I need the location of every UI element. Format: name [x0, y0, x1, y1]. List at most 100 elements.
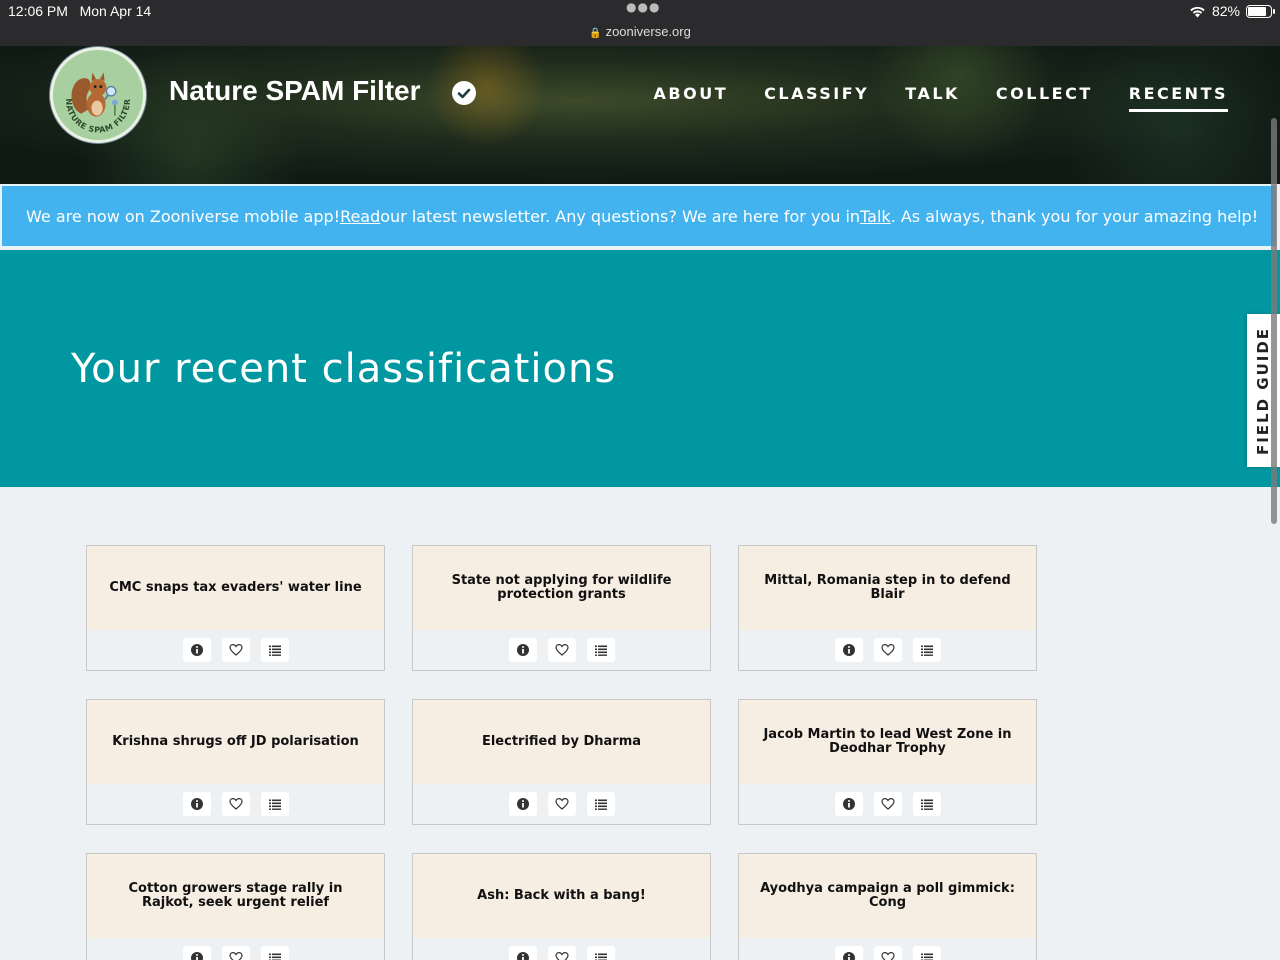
banner-text-3: . As always, thank you for your amazing …: [890, 206, 1259, 226]
subject-info-button[interactable]: [834, 638, 863, 662]
nav-collect[interactable]: COLLECT: [996, 84, 1093, 112]
heart-icon: [880, 797, 895, 810]
recent-classification-card[interactable]: State not applying for wildlife protecti…: [412, 545, 711, 671]
recent-classification-card[interactable]: Ash: Back with a bang!: [412, 853, 711, 960]
announcement-banner: We are now on Zooniverse mobile app! Rea…: [0, 184, 1278, 248]
page-title: Your recent classifications: [71, 346, 617, 392]
field-guide-label: FIELD GUIDE: [1254, 326, 1273, 455]
recent-classification-card[interactable]: Jacob Martin to lead West Zone in Deodha…: [738, 699, 1037, 825]
recent-classification-card[interactable]: Mittal, Romania step in to defend Blair: [738, 545, 1037, 671]
squirrel-logo-icon: NATURE SPAM FILTER: [54, 51, 142, 139]
card-subject-preview[interactable]: State not applying for wildlife protecti…: [413, 546, 710, 630]
info-icon: [190, 644, 203, 656]
heart-icon: [554, 643, 569, 656]
favorite-button[interactable]: [873, 792, 902, 816]
collect-button[interactable]: [586, 792, 615, 816]
card-subject-preview[interactable]: CMC snaps tax evaders' water line: [87, 546, 384, 630]
recent-classification-card[interactable]: Electrified by Dharma: [412, 699, 711, 825]
card-actions: [87, 784, 384, 824]
recent-classification-card[interactable]: Krishna shrugs off JD polarisation: [86, 699, 385, 825]
verified-check-icon: [452, 81, 476, 105]
subject-info-button[interactable]: [508, 638, 537, 662]
card-title: Jacob Martin to lead West Zone in Deodha…: [763, 727, 1012, 756]
url-text: zooniverse.org: [605, 24, 691, 39]
card-actions: [87, 630, 384, 670]
info-icon: [516, 798, 529, 810]
more-dots-icon[interactable]: ●●●: [626, 0, 660, 14]
card-subject-preview[interactable]: Jacob Martin to lead West Zone in Deodha…: [739, 700, 1036, 784]
card-subject-preview[interactable]: Mittal, Romania step in to defend Blair: [739, 546, 1036, 630]
favorite-button[interactable]: [873, 946, 902, 960]
info-icon: [190, 952, 203, 960]
card-title: Ayodhya campaign a poll gimmick: Cong: [760, 881, 1015, 910]
favorite-button[interactable]: [547, 638, 576, 662]
recent-classification-card[interactable]: CMC snaps tax evaders' water line: [86, 545, 385, 671]
card-subject-preview[interactable]: Cotton growers stage rally in Rajkot, se…: [87, 854, 384, 938]
nav-classify[interactable]: CLASSIFY: [764, 84, 869, 112]
favorite-button[interactable]: [547, 946, 576, 960]
collect-button[interactable]: [912, 638, 941, 662]
recent-classification-card[interactable]: Ayodhya campaign a poll gimmick: Cong: [738, 853, 1037, 960]
heart-icon: [228, 643, 243, 656]
subject-info-button[interactable]: [182, 638, 211, 662]
heart-icon: [228, 797, 243, 810]
card-actions: [413, 630, 710, 670]
collect-button[interactable]: [260, 946, 289, 960]
page-hero: Your recent classifications: [0, 250, 1280, 487]
favorite-button[interactable]: [221, 792, 250, 816]
heart-icon: [228, 951, 243, 960]
project-nav: ABOUT CLASSIFY TALK COLLECT RECENTS: [618, 84, 1228, 112]
collect-button[interactable]: [260, 638, 289, 662]
card-title: Ash: Back with a bang!: [477, 888, 646, 903]
list-icon: [268, 799, 281, 810]
card-subject-preview[interactable]: Krishna shrugs off JD polarisation: [87, 700, 384, 784]
favorite-button[interactable]: [221, 638, 250, 662]
banner-talk-link[interactable]: Talk: [860, 207, 891, 226]
wifi-icon: [1190, 6, 1205, 17]
favorite-button[interactable]: [547, 792, 576, 816]
recent-classification-card[interactable]: Cotton growers stage rally in Rajkot, se…: [86, 853, 385, 960]
collect-button[interactable]: [260, 792, 289, 816]
project-logo[interactable]: NATURE SPAM FILTER: [50, 47, 146, 143]
favorite-button[interactable]: [873, 638, 902, 662]
collect-button[interactable]: [586, 638, 615, 662]
collect-button[interactable]: [912, 792, 941, 816]
info-icon: [842, 952, 855, 960]
card-title: State not applying for wildlife protecti…: [451, 573, 672, 602]
list-icon: [920, 799, 933, 810]
nav-about[interactable]: ABOUT: [654, 84, 729, 112]
card-title: CMC snaps tax evaders' water line: [109, 580, 362, 595]
favorite-button[interactable]: [221, 946, 250, 960]
card-subject-preview[interactable]: Electrified by Dharma: [413, 700, 710, 784]
subject-info-button[interactable]: [508, 946, 537, 960]
card-actions: [87, 938, 384, 960]
heart-icon: [554, 797, 569, 810]
project-title[interactable]: Nature SPAM Filter: [169, 75, 421, 107]
card-title: Mittal, Romania step in to defend Blair: [764, 573, 1011, 602]
card-title: Electrified by Dharma: [481, 734, 642, 749]
subject-info-button[interactable]: [508, 792, 537, 816]
banner-read-link[interactable]: Read: [340, 207, 380, 226]
card-subject-preview[interactable]: Ayodhya campaign a poll gimmick: Cong: [739, 854, 1036, 938]
status-date: Mon Apr 14: [79, 3, 152, 19]
card-title: Krishna shrugs off JD polarisation: [112, 734, 359, 749]
nav-recents[interactable]: RECENTS: [1128, 84, 1228, 112]
list-icon: [594, 799, 607, 810]
subject-info-button[interactable]: [182, 792, 211, 816]
card-actions: [739, 784, 1036, 824]
card-subject-preview[interactable]: Ash: Back with a bang!: [413, 854, 710, 938]
info-icon: [842, 644, 855, 656]
subject-info-button[interactable]: [834, 792, 863, 816]
status-right: 82%: [1189, 3, 1275, 19]
subject-info-button[interactable]: [834, 946, 863, 960]
project-header: NATURE SPAM FILTER Nature SPAM Filter AB…: [0, 46, 1280, 184]
card-actions: [413, 784, 710, 824]
collect-button[interactable]: [586, 946, 615, 960]
nav-talk[interactable]: TALK: [905, 84, 960, 112]
collect-button[interactable]: [912, 946, 941, 960]
card-actions: [739, 630, 1036, 670]
banner-text-2: our latest newsletter. Any questions? We…: [380, 206, 861, 226]
subject-info-button[interactable]: [182, 946, 211, 960]
page-scrollbar[interactable]: [1271, 118, 1277, 524]
address-bar[interactable]: 🔒 zooniverse.org: [0, 24, 1280, 39]
